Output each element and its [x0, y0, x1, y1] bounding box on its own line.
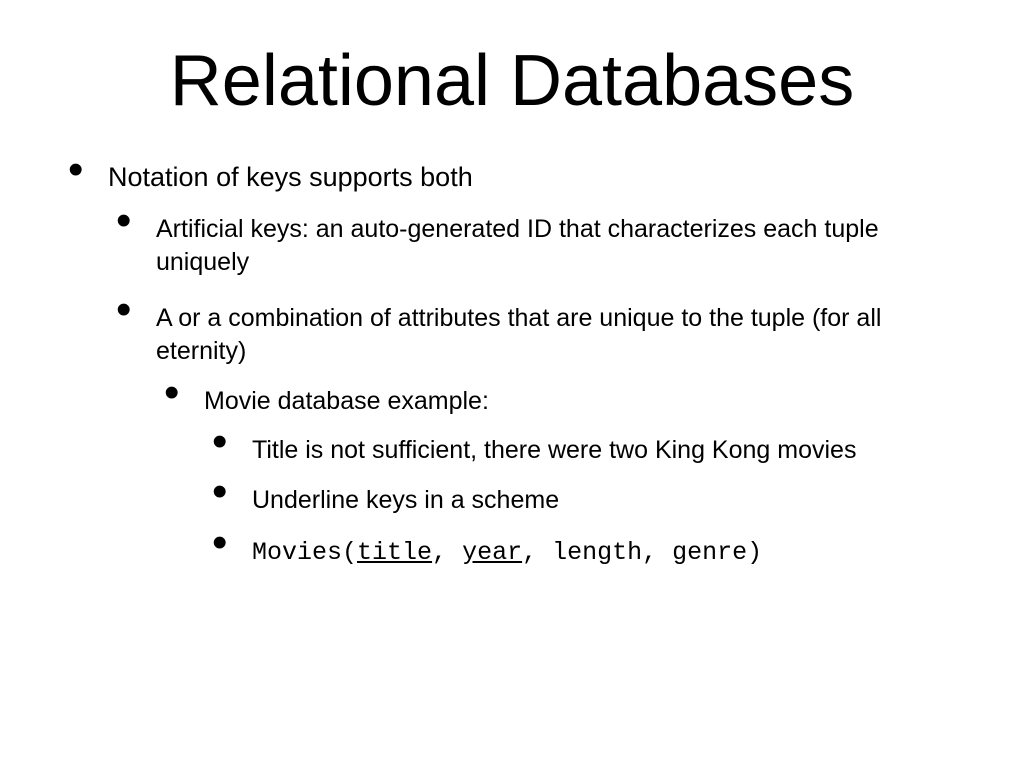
- list-item: A or a combination of attributes that ar…: [108, 302, 964, 569]
- bullet-list: Artificial keys: an auto-generated ID th…: [108, 213, 964, 569]
- scheme-name: Movies: [252, 538, 342, 567]
- bullet-text: Underline keys in a scheme: [252, 486, 559, 514]
- sep: ,: [642, 538, 672, 567]
- sep: ,: [522, 538, 552, 567]
- bullet-list: Notation of keys supports both Artificia…: [60, 162, 964, 569]
- paren-open: (: [342, 538, 357, 567]
- slide-title: Relational Databases: [60, 40, 964, 122]
- bullet-list: Title is not sufficient, there were two …: [204, 434, 964, 570]
- list-item: Title is not sufficient, there were two …: [204, 434, 964, 467]
- bullet-text: Notation of keys supports both: [108, 162, 473, 192]
- list-item: Artificial keys: an auto-generated ID th…: [108, 213, 964, 278]
- key-attr: title: [357, 538, 432, 567]
- bullet-text: A or a combination of attributes that ar…: [156, 304, 881, 365]
- bullet-list: Movie database example: Title is not suf…: [156, 385, 964, 569]
- slide: Relational Databases Notation of keys su…: [0, 0, 1024, 768]
- attr: genre: [672, 538, 747, 567]
- paren-close: ): [747, 538, 762, 567]
- attr: length: [552, 538, 642, 567]
- list-item: Movies(title, year, length, genre): [204, 535, 964, 570]
- scheme-expression: Movies(title, year, length, genre): [252, 538, 762, 567]
- bullet-text: Title is not sufficient, there were two …: [252, 436, 856, 464]
- bullet-text: Movie database example:: [204, 387, 489, 415]
- key-attr: year: [462, 538, 522, 567]
- list-item: Notation of keys supports both Artificia…: [60, 162, 964, 569]
- bullet-text: Artificial keys: an auto-generated ID th…: [156, 215, 879, 276]
- list-item: Movie database example: Title is not suf…: [156, 385, 964, 569]
- sep: ,: [432, 538, 462, 567]
- list-item: Underline keys in a scheme: [204, 484, 964, 517]
